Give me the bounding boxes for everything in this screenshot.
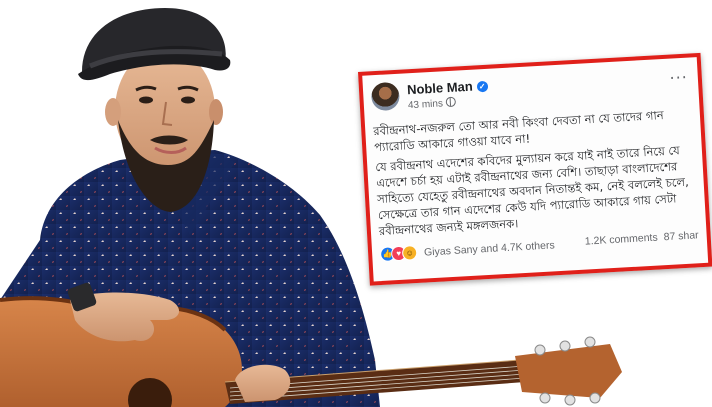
post-time[interactable]: 43 mins [408, 98, 444, 111]
comments-count[interactable]: 1.2K comments [585, 232, 659, 248]
author-name[interactable]: Noble Man [407, 79, 473, 98]
shares-count[interactable]: 87 shar [663, 229, 699, 243]
reaction-names[interactable]: Giyas Sany and 4.7K others [424, 239, 555, 258]
post-stats: 1.2K comments 87 shar [579, 229, 699, 248]
post-time-row: 43 mins [408, 96, 457, 111]
verified-badge-icon: ✓ [476, 80, 489, 93]
post-body: রবীন্দ্রনাথ-নজরুল তো আর নবী কিংবা দেবতা … [373, 105, 700, 243]
public-globe-icon [445, 96, 457, 108]
more-options-icon[interactable]: ··· [669, 68, 688, 88]
author-name-row: Noble Man ✓ [407, 78, 489, 98]
author-avatar[interactable] [370, 81, 401, 112]
haha-reaction-icon: ☺ [401, 244, 418, 261]
post-card: Noble Man ✓ 43 mins ··· রবীন্দ্রনাথ-নজরুল… [358, 52, 712, 286]
post-paragraph-2: যে রবীন্দ্রনাথ এদেশের কবিদের মুল্যায়ন ক… [374, 143, 690, 239]
